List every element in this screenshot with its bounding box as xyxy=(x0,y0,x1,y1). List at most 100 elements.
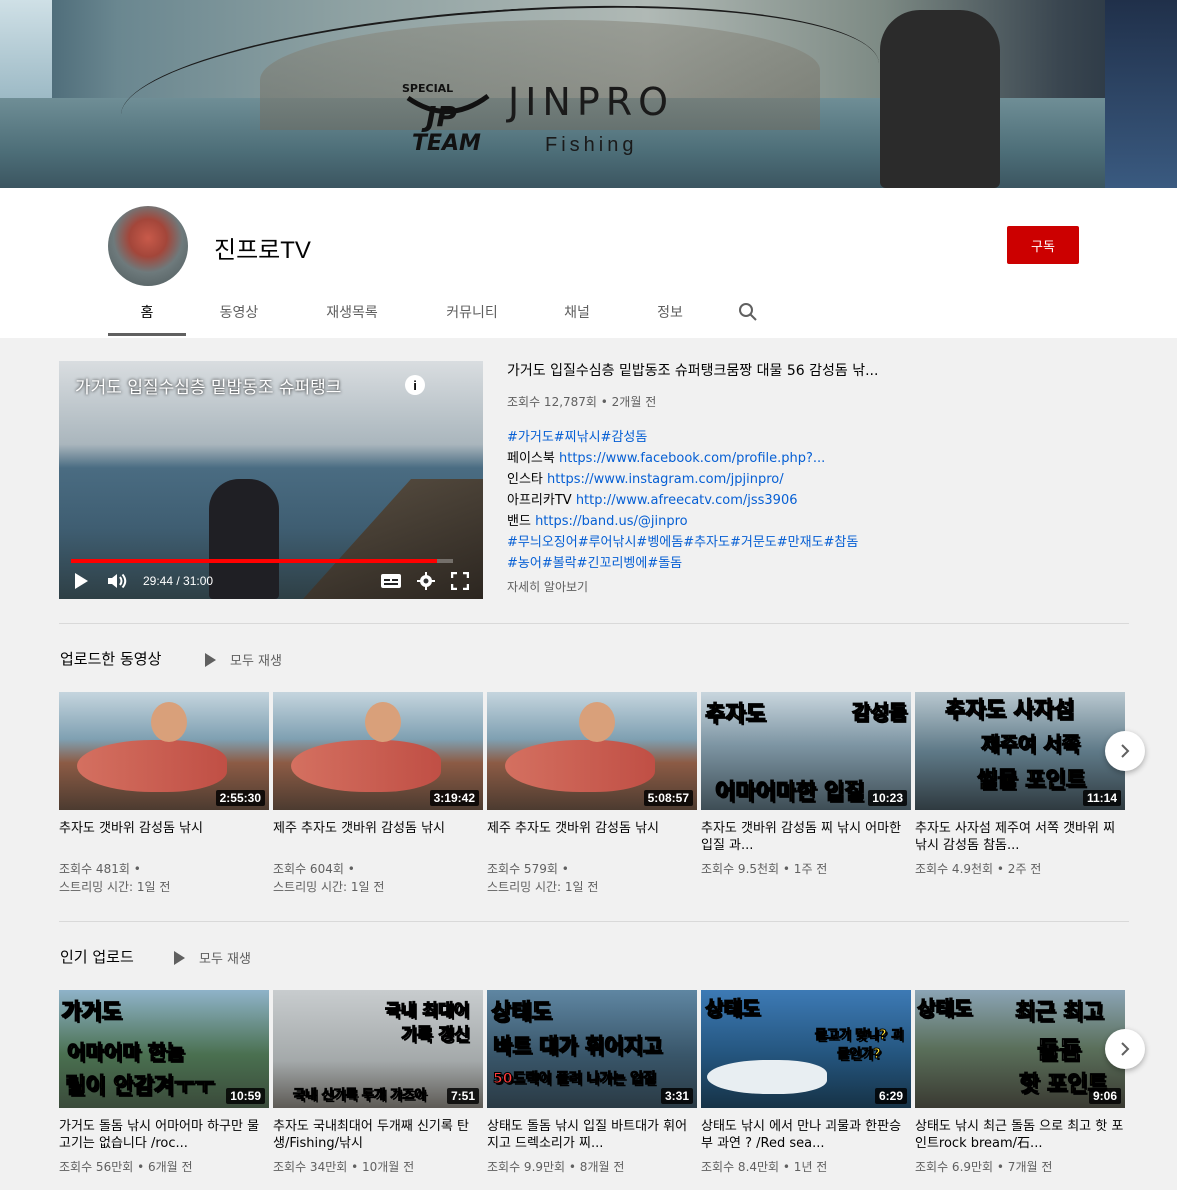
video-card[interactable]: 추자도 감성돔 어마어마한 입질 10:23 추자도 갯바위 감성돔 찌 낚시 … xyxy=(701,692,911,878)
play-button[interactable] xyxy=(73,572,89,590)
description-link[interactable]: #가거도#찌낚시#감성돔 xyxy=(507,430,647,445)
video-duration: 7:51 xyxy=(446,1088,479,1104)
description-link[interactable]: #농어#볼락#긴꼬리벵에#돌돔 xyxy=(507,556,682,571)
video-views: 조회수 4.9천회 • 2주 전 xyxy=(915,862,1042,876)
video-views: 조회수 8.4만회 • 1년 전 xyxy=(701,1160,828,1174)
video-thumbnail[interactable]: 국내 최대어 기록 갱신 국내 신기록 두개 가즈아 7:51 xyxy=(273,990,483,1108)
description-text: 밴드 xyxy=(507,514,536,529)
thumbnail-caption: 추자도 사자섬 xyxy=(944,698,1075,724)
video-card[interactable]: 국내 최대어 기록 갱신 국내 신기록 두개 가즈아 7:51 추자도 국내최대… xyxy=(273,990,483,1176)
thumbnail-caption: 추자도 xyxy=(705,702,767,728)
video-views: 조회수 6.9만회 • 7개월 전 xyxy=(915,1160,1053,1174)
thumbnail-caption: 감성돔 xyxy=(851,700,907,725)
subtitles-icon xyxy=(381,574,401,588)
subtitles-button[interactable] xyxy=(381,574,401,588)
featured-video-player[interactable]: 가거도 입질수심층 밑밥동조 슈퍼탱크 i 29:44 / 31:00 xyxy=(59,361,483,599)
settings-button[interactable] xyxy=(417,572,435,590)
banner-logo-text: JINPRO xyxy=(508,80,675,124)
video-card[interactable]: 상태도 최근 최고 돌돔 핫 포인트 9:06 상태도 낚시 최근 돌돔 으로 … xyxy=(915,990,1125,1176)
video-title[interactable]: 제주 추자도 갯바위 감성돔 낚시 xyxy=(273,820,483,854)
video-title[interactable]: 상태도 낚시 에서 만나 괴물과 한판승부 과연 ? /Red sea... xyxy=(701,1118,911,1152)
description-line: #가거도#찌낚시#감성돔 xyxy=(507,427,858,448)
fullscreen-button[interactable] xyxy=(451,572,469,590)
video-card[interactable]: 2:55:30 추자도 갯바위 감성돔 낚시 조회수 481회 • 스트리밍 시간… xyxy=(59,692,269,896)
tab-playlists[interactable]: 재생목록 xyxy=(292,288,412,336)
video-meta: 조회수 579회 • 스트리밍 시간: 1일 전 xyxy=(487,860,697,896)
uploads-play-all-button[interactable]: 모두 재생 xyxy=(205,650,282,669)
video-thumbnail[interactable]: 3:19:42 xyxy=(273,692,483,810)
video-thumbnail[interactable]: 상태도 바트 대가 휘어지고 50드랙이 풀려 나가는 입질 3:31 xyxy=(487,990,697,1108)
tab-community[interactable]: 커뮤니티 xyxy=(412,288,532,336)
video-card[interactable]: 가거도 어마어마 한놈 릴이 안감겨ㅜㅜ 10:59 가거도 돌돔 낚시 어마어… xyxy=(59,990,269,1176)
channel-avatar[interactable] xyxy=(108,206,188,286)
svg-text:JP: JP xyxy=(421,100,457,133)
description-line: 페이스북 https://www.facebook.com/profile.ph… xyxy=(507,448,858,469)
tab-videos[interactable]: 동영상 xyxy=(186,288,292,336)
video-thumbnail[interactable]: 2:55:30 xyxy=(59,692,269,810)
channel-banner: SPECIAL TEAM JP JINPRO Fishing xyxy=(0,0,1177,188)
video-title[interactable]: 추자도 국내최대어 두개째 신기록 탄생/Fishing/낚시 xyxy=(273,1118,483,1152)
video-thumbnail[interactable]: 5:08:57 xyxy=(487,692,697,810)
volume-button[interactable] xyxy=(107,572,129,590)
svg-text:TEAM: TEAM xyxy=(412,131,481,156)
popular-next-button[interactable] xyxy=(1105,1029,1145,1069)
thumbnail-caption: 최근 최고 xyxy=(1015,1000,1105,1026)
popular-play-all-button[interactable]: 모두 재생 xyxy=(174,948,251,967)
play-all-label: 모두 재생 xyxy=(230,654,282,669)
thumbnail-caption: 가거도 xyxy=(61,1000,123,1026)
tab-channels[interactable]: 채널 xyxy=(532,288,622,336)
video-thumbnail[interactable]: 상태도 물고기 맞나? 괴물인가? 6:29 xyxy=(701,990,911,1108)
video-card[interactable]: 5:08:57 제주 추자도 갯바위 감성돔 낚시 조회수 579회 • 스트리밍… xyxy=(487,692,697,896)
thumbnail-caption: 상태도 xyxy=(916,996,973,1021)
channel-search-button[interactable] xyxy=(718,288,778,336)
video-card[interactable]: 3:19:42 제주 추자도 갯바위 감성돔 낚시 조회수 604회 • 스트리밍… xyxy=(273,692,483,896)
thumbnail-caption: 상태도 xyxy=(704,996,761,1021)
description-link[interactable]: https://www.facebook.com/profile.php?... xyxy=(559,451,825,466)
video-thumbnail[interactable]: 상태도 최근 최고 돌돔 핫 포인트 9:06 xyxy=(915,990,1125,1108)
description-link[interactable]: http://www.afreecatv.com/jss3906 xyxy=(576,493,798,508)
video-thumbnail[interactable]: 추자도 감성돔 어마어마한 입질 10:23 xyxy=(701,692,911,810)
video-thumbnail[interactable]: 가거도 어마어마 한놈 릴이 안감겨ㅜㅜ 10:59 xyxy=(59,990,269,1108)
video-meta: 조회수 34만회 • 10개월 전 xyxy=(273,1158,483,1176)
video-title[interactable]: 가거도 돌돔 낚시 어마어마 하구만 물고기는 없습니다 /roc... xyxy=(59,1118,269,1152)
description-link[interactable]: https://band.us/@jinpro xyxy=(535,514,688,529)
read-more-link[interactable]: 자세히 알아보기 xyxy=(507,578,588,595)
description-link[interactable]: #무늬오징어#루어낚시#벵에돔#추자도#거문도#만재도#참돔 xyxy=(507,535,858,550)
video-meta: 조회수 604회 • 스트리밍 시간: 1일 전 xyxy=(273,860,483,896)
description-line: 인스타 https://www.instagram.com/jpjinpro/ xyxy=(507,469,858,490)
uploads-shelf-title[interactable]: 업로드한 동영상 xyxy=(60,648,161,669)
thumbnail-fish xyxy=(707,1060,827,1094)
popular-shelf-title[interactable]: 인기 업로드 xyxy=(60,946,134,967)
description-line: #무늬오징어#루어낚시#벵에돔#추자도#거문도#만재도#참돔 xyxy=(507,532,858,553)
video-meta: 조회수 6.9만회 • 7개월 전 xyxy=(915,1158,1125,1176)
description-line: 아프리카TV http://www.afreecatv.com/jss3906 xyxy=(507,490,858,511)
video-thumbnail[interactable]: 추자도 사자섬 제주여 서쪽 썰물 포인트 11:14 xyxy=(915,692,1125,810)
search-icon xyxy=(739,303,757,321)
video-card[interactable]: 추자도 사자섬 제주여 서쪽 썰물 포인트 11:14 추자도 사자섬 제주여 … xyxy=(915,692,1125,878)
video-title[interactable]: 상태도 돌돔 낚시 입질 바트대가 휘어지고 드렉소리가 찌... xyxy=(487,1118,697,1152)
tab-about[interactable]: 정보 xyxy=(622,288,718,336)
video-title[interactable]: 제주 추자도 갯바위 감성돔 낚시 xyxy=(487,820,697,854)
video-duration: 11:14 xyxy=(1082,790,1121,806)
video-views: 조회수 579회 • xyxy=(487,862,569,876)
video-title[interactable]: 상태도 낚시 최근 돌돔 으로 최고 핫 포인트rock bream/石... xyxy=(915,1118,1125,1152)
video-title[interactable]: 추자도 갯바위 감성돔 찌 낚시 어마한 입질 과... xyxy=(701,820,911,854)
info-icon[interactable]: i xyxy=(405,375,425,395)
description-link[interactable]: https://www.instagram.com/jpjinpro/ xyxy=(547,472,784,487)
featured-video-title[interactable]: 가거도 입질수심층 밑밥동조 슈퍼탱크뭄짱 대물 56 감성돔 낚... xyxy=(507,360,907,380)
fullscreen-icon xyxy=(451,572,469,590)
play-all-label: 모두 재생 xyxy=(199,952,251,967)
gear-icon xyxy=(417,572,435,590)
description-text: 아프리카TV xyxy=(507,493,576,508)
video-meta: 조회수 8.4만회 • 1년 전 xyxy=(701,1158,911,1176)
video-title[interactable]: 추자도 사자섬 제주여 서쪽 갯바위 찌 낚시 감성돔 참돔... xyxy=(915,820,1125,854)
video-card[interactable]: 상태도 물고기 맞나? 괴물인가? 6:29 상태도 낚시 에서 만나 괴물과 … xyxy=(701,990,911,1176)
video-card[interactable]: 상태도 바트 대가 휘어지고 50드랙이 풀려 나가는 입질 3:31 상태도 … xyxy=(487,990,697,1176)
channel-header: 진프로TV 구독 홈 동영상 재생목록 커뮤니티 채널 정보 xyxy=(0,188,1177,338)
thumbnail-caption: 어마어마 한놈 xyxy=(66,1040,185,1065)
video-views: 조회수 9.5천회 • 1주 전 xyxy=(701,862,828,876)
video-title[interactable]: 추자도 갯바위 감성돔 낚시 xyxy=(59,820,269,854)
tab-home[interactable]: 홈 xyxy=(108,288,186,336)
subscribe-button[interactable]: 구독 xyxy=(1007,226,1079,264)
uploads-next-button[interactable] xyxy=(1105,731,1145,771)
